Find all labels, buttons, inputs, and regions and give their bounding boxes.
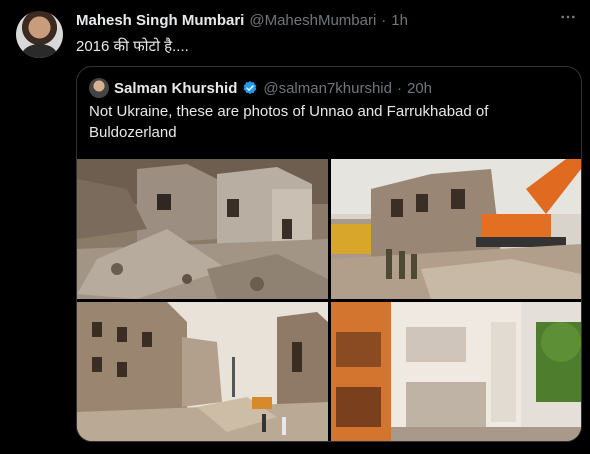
quoted-author-name[interactable]: Salman Khurshid xyxy=(114,80,237,97)
photo-demolished-house[interactable] xyxy=(331,302,581,441)
photo-ruined-buildings[interactable] xyxy=(77,302,328,441)
photo-demolished-street[interactable] xyxy=(77,159,328,299)
more-dots-icon[interactable] xyxy=(556,8,580,32)
tweet-text: 2016 की फोटो है.... xyxy=(76,38,189,55)
author-handle[interactable]: @MaheshMumbari xyxy=(249,12,376,29)
photo-bulldozer-police[interactable] xyxy=(331,159,581,299)
quoted-tweet-header: Salman Khurshid @salman7khurshid · 20h xyxy=(89,78,432,98)
quoted-author-handle[interactable]: @salman7khurshid xyxy=(263,80,392,97)
separator-dot: · xyxy=(381,12,387,29)
quoted-tweet-card[interactable]: Salman Khurshid @salman7khurshid · 20h N… xyxy=(76,66,582,442)
photo-grid xyxy=(77,159,581,441)
separator-dot: · xyxy=(396,79,402,97)
tweet-header: Mahesh Singh Mumbari @MaheshMumbari · 1h xyxy=(76,12,408,29)
author-name[interactable]: Mahesh Singh Mumbari xyxy=(76,12,244,29)
quoted-tweet-time[interactable]: 20h xyxy=(407,80,432,97)
verified-badge-icon xyxy=(242,80,258,96)
quoted-tweet-text: Not Ukraine, these are photos of Unnao a… xyxy=(89,103,489,141)
author-avatar[interactable] xyxy=(16,11,63,58)
tweet-time[interactable]: 1h xyxy=(391,12,408,29)
quoted-author-avatar[interactable] xyxy=(89,78,109,98)
